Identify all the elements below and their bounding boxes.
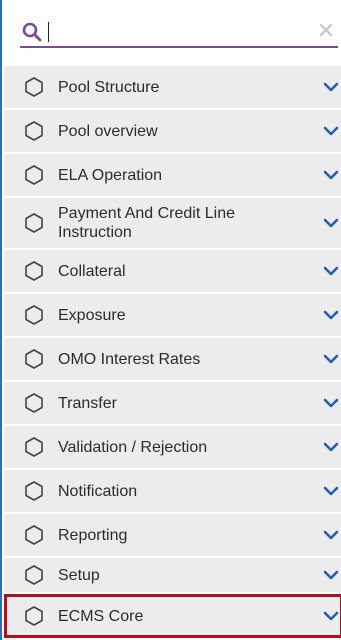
menu-item-reporting[interactable]: Reporting xyxy=(4,514,341,556)
chevron-down-icon[interactable] xyxy=(323,442,339,452)
chevron-down-icon[interactable] xyxy=(323,310,339,320)
chevron-down-icon[interactable] xyxy=(323,398,339,408)
chevron-down-icon[interactable] xyxy=(323,486,339,496)
text-caret xyxy=(48,22,49,42)
menu-item-label: Validation / Rejection xyxy=(58,438,208,456)
menu-item-label-line: Instruction xyxy=(58,224,132,241)
hexagon-icon xyxy=(25,606,43,626)
menu-item-label: Reporting xyxy=(58,526,128,544)
hexagon-icon xyxy=(25,525,43,545)
menu-item-setup[interactable]: Setup xyxy=(4,558,341,592)
chevron-down-icon[interactable] xyxy=(323,82,339,92)
menu-item-label: Payment And Credit Line Instruction xyxy=(58,204,235,242)
hexagon-icon xyxy=(25,77,43,97)
hexagon-icon xyxy=(25,481,43,501)
menu-item-label-line: Payment And Credit Line xyxy=(58,205,235,222)
menu-item-pool-structure[interactable]: Pool Structure xyxy=(4,66,341,108)
menu-item-label: Transfer xyxy=(58,394,117,412)
hexagon-icon xyxy=(25,565,43,585)
close-icon[interactable] xyxy=(318,22,334,38)
menu-item-transfer[interactable]: Transfer xyxy=(4,382,341,424)
chevron-down-icon[interactable] xyxy=(323,126,339,136)
menu-item-label: Exposure xyxy=(58,306,126,324)
chevron-down-icon[interactable] xyxy=(323,218,339,228)
hexagon-icon xyxy=(25,393,43,413)
menu-item-pool-overview[interactable]: Pool overview xyxy=(4,110,341,152)
hexagon-icon xyxy=(25,305,43,325)
menu-item-notification[interactable]: Notification xyxy=(4,470,341,512)
menu-item-label: Pool overview xyxy=(58,122,158,140)
chevron-down-icon[interactable] xyxy=(323,611,339,621)
search-area xyxy=(4,0,341,62)
menu-item-payment-and-credit-line-instruction[interactable]: Payment And Credit Line Instruction xyxy=(4,198,341,248)
menu-item-label: ELA Operation xyxy=(58,166,163,184)
chevron-down-icon[interactable] xyxy=(323,530,339,540)
hexagon-icon xyxy=(25,437,43,457)
chevron-down-icon[interactable] xyxy=(323,354,339,364)
hexagon-icon xyxy=(25,213,43,233)
search-icon[interactable] xyxy=(22,22,42,42)
chevron-down-icon[interactable] xyxy=(323,570,339,580)
menu-item-collateral[interactable]: Collateral xyxy=(4,250,341,292)
search-box xyxy=(20,16,338,48)
menu-item-label: Notification xyxy=(58,482,138,500)
menu-item-label: Collateral xyxy=(58,262,126,280)
menu-item-ela-operation[interactable]: ELA Operation xyxy=(4,154,341,196)
menu-item-label: Setup xyxy=(58,566,100,584)
hexagon-icon xyxy=(25,121,43,141)
menu-item-label: Pool Structure xyxy=(58,78,160,96)
menu-item-validation-rejection[interactable]: Validation / Rejection xyxy=(4,426,341,468)
menu-item-ecms-core[interactable]: ECMS Core xyxy=(4,594,341,638)
search-input[interactable] xyxy=(48,18,298,44)
hexagon-icon xyxy=(25,349,43,369)
hexagon-icon xyxy=(25,261,43,281)
menu-item-label: ECMS Core xyxy=(58,607,144,625)
menu-item-exposure[interactable]: Exposure xyxy=(4,294,341,336)
navigation-panel: Pool Structure Pool overview ELA Operation… xyxy=(0,0,341,640)
chevron-down-icon[interactable] xyxy=(323,170,339,180)
menu-item-omo-interest-rates[interactable]: OMO Interest Rates xyxy=(4,338,341,380)
hexagon-icon xyxy=(25,165,43,185)
chevron-down-icon[interactable] xyxy=(323,266,339,276)
menu-item-label: OMO Interest Rates xyxy=(58,350,201,368)
